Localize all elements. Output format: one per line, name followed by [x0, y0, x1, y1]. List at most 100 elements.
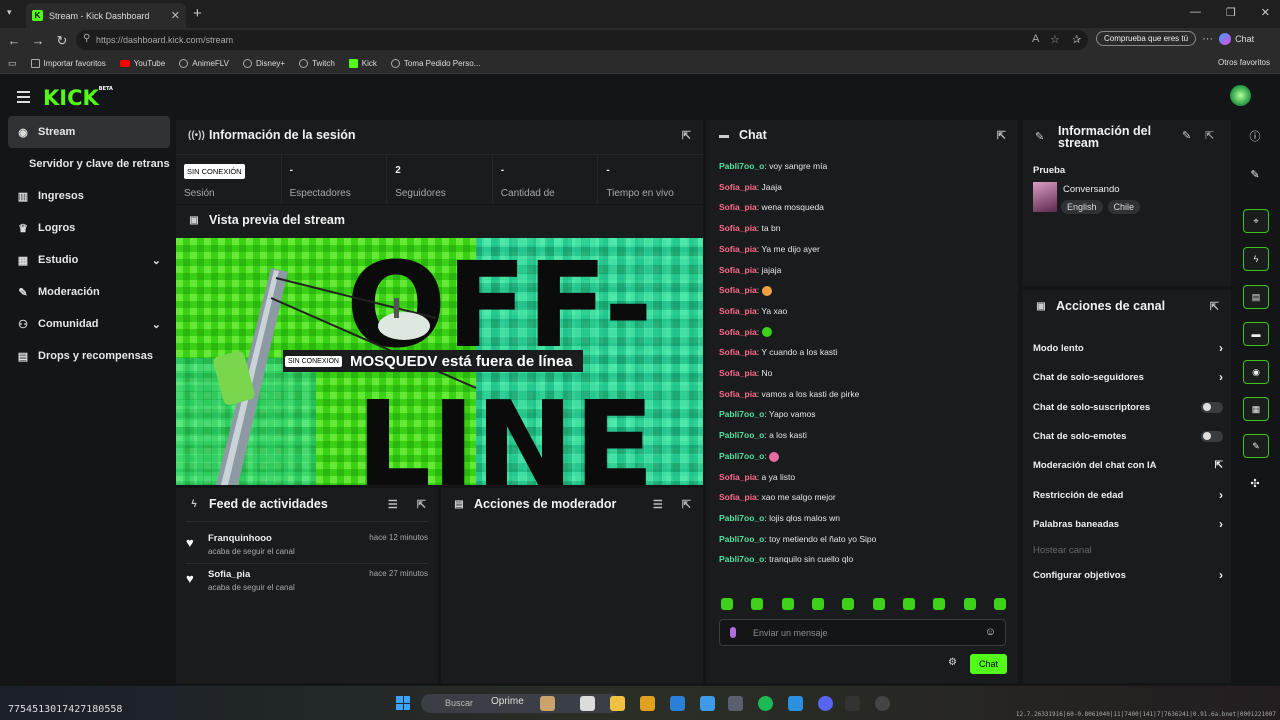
tag[interactable]: English: [1061, 200, 1103, 214]
bookmark-youtube[interactable]: YouTube: [119, 59, 165, 68]
chat-username[interactable]: Sofia_pia: [719, 327, 757, 337]
wrench-icon[interactable]: ✎: [1243, 434, 1269, 458]
channel-action-item[interactable]: Palabras baneadas ›: [1033, 514, 1223, 534]
chevron-right-icon[interactable]: ›: [1219, 370, 1223, 384]
app-icon[interactable]: [788, 696, 803, 711]
copilot-button[interactable]: Chat: [1219, 32, 1254, 45]
edge-icon[interactable]: [700, 696, 715, 711]
feed-user[interactable]: Sofia_pia: [208, 569, 250, 580]
emote-icon[interactable]: [811, 598, 824, 610]
chat-username[interactable]: Pabli7oo_o: [719, 430, 764, 440]
sidebar-item-server-key[interactable]: Servidor y clave de retransmisión: [8, 148, 170, 180]
chevron-right-icon[interactable]: ›: [1219, 488, 1223, 502]
discord-icon[interactable]: [818, 696, 833, 711]
favorite-star-icon[interactable]: ☆: [1050, 33, 1060, 46]
integrations-icon[interactable]: ✣: [1240, 471, 1270, 495]
chat-username[interactable]: Sofia_pia: [719, 285, 757, 295]
new-tab-icon[interactable]: +: [193, 5, 202, 22]
sidebar-toggle-icon[interactable]: ▭: [8, 58, 17, 69]
channel-action-item[interactable]: Chat de solo-suscriptores: [1033, 397, 1223, 417]
sidebar-item-comunidad[interactable]: ⚇ Comunidad ⌄: [8, 308, 170, 340]
chat-username[interactable]: Sofia_pia: [719, 265, 757, 275]
bookmark-import[interactable]: Importar favoritos: [30, 58, 106, 68]
chat-username[interactable]: Sofia_pia: [719, 306, 757, 316]
notes-icon[interactable]: ▤: [1243, 285, 1269, 309]
popout-icon[interactable]: ⇱: [417, 498, 426, 511]
windows-start-icon[interactable]: [396, 696, 410, 710]
chat-username[interactable]: Pabli7oo_o: [719, 409, 764, 419]
emote-icon[interactable]: [963, 598, 976, 610]
other-bookmarks[interactable]: Otros favoritos: [1218, 58, 1270, 67]
emote-icon[interactable]: [933, 598, 946, 610]
sidebar-item-logros[interactable]: ♛ Logros: [8, 212, 170, 244]
app-icon[interactable]: [875, 696, 890, 711]
popout-icon[interactable]: ⇱: [1205, 129, 1214, 142]
toggle-switch[interactable]: [1201, 430, 1223, 442]
emoji-icon[interactable]: ☺: [985, 626, 996, 638]
more-menu-icon[interactable]: ···: [1202, 33, 1213, 45]
chat-icon[interactable]: ▬: [1243, 322, 1269, 346]
chat-username[interactable]: Sofia_pia: [719, 223, 757, 233]
menu-icon[interactable]: [17, 91, 30, 106]
bolt-icon[interactable]: ϟ: [1243, 247, 1269, 271]
channel-action-item[interactable]: Configurar objetivos ›: [1033, 565, 1223, 585]
emote-icon[interactable]: [842, 598, 855, 610]
channel-action-item[interactable]: Moderación del chat con IA ⇱: [1033, 455, 1223, 475]
read-aloud-icon[interactable]: A: [1032, 33, 1039, 45]
chat-username[interactable]: Sofia_pia: [719, 472, 757, 482]
filter-icon[interactable]: ☰: [653, 498, 663, 511]
popout-icon[interactable]: ⇱: [682, 498, 691, 511]
sidebar-item-ingresos[interactable]: ▥ Ingresos: [8, 180, 170, 212]
chat-username[interactable]: Pabli7oo_o: [719, 451, 764, 461]
chat-username[interactable]: Sofia_pia: [719, 389, 757, 399]
chat-input[interactable]: Enviar un mensaje ☺: [719, 619, 1006, 646]
edit-icon[interactable]: ✎: [1182, 129, 1191, 142]
info-icon[interactable]: ⓘ: [1240, 124, 1270, 148]
popout-icon[interactable]: ⇱: [997, 129, 1006, 142]
channel-action-item[interactable]: Chat de solo-seguidores ›: [1033, 367, 1223, 387]
chat-username[interactable]: Sofia_pia: [719, 368, 757, 378]
feed-user[interactable]: Franquinhooo: [208, 533, 272, 544]
emote-icon[interactable]: [993, 598, 1006, 610]
sidebar-item-moderacion[interactable]: ✎ Moderación: [8, 276, 170, 308]
tab-menu-icon[interactable]: ▾: [7, 7, 12, 18]
filter-icon[interactable]: ☰: [388, 498, 398, 511]
chevron-down-icon[interactable]: ⌄: [152, 254, 161, 267]
files-icon[interactable]: [640, 696, 655, 711]
popout-icon[interactable]: ⇱: [1210, 300, 1219, 313]
maximize-icon[interactable]: ❐: [1226, 6, 1236, 19]
reload-icon[interactable]: ↻: [50, 33, 74, 49]
bookmark-twitch[interactable]: Twitch: [299, 58, 335, 68]
chat-username[interactable]: Sofia_pia: [719, 347, 757, 357]
close-tab-icon[interactable]: ✕: [171, 9, 180, 22]
app-icon[interactable]: [540, 696, 555, 711]
chevron-down-icon[interactable]: ⌄: [152, 318, 161, 331]
emote-icon[interactable]: [902, 598, 915, 610]
toggle-switch[interactable]: [1201, 401, 1223, 413]
app-icon[interactable]: [845, 696, 860, 711]
browser-tab[interactable]: K Stream - Kick Dashboard ✕: [26, 3, 186, 28]
sidebar-item-drops[interactable]: ▤ Drops y recompensas: [8, 340, 170, 372]
back-icon[interactable]: ←: [2, 33, 26, 48]
favorites-icon[interactable]: ✰: [1072, 33, 1081, 46]
channel-action-item[interactable]: Chat de solo-emotes: [1033, 426, 1223, 446]
emote-icon[interactable]: [781, 598, 794, 610]
chat-username[interactable]: Pabli7oo_o: [719, 161, 764, 171]
chevron-right-icon[interactable]: ›: [1219, 568, 1223, 582]
bookmark-toma-pedido[interactable]: Toma Pedido Perso...: [390, 58, 480, 68]
gear-icon[interactable]: ⚙: [948, 657, 957, 668]
channel-action-item[interactable]: Restricción de edad ›: [1033, 485, 1223, 505]
app-icon[interactable]: [728, 696, 743, 711]
bookmark-kick[interactable]: Kick: [348, 58, 377, 68]
sidebar-item-estudio[interactable]: ▦ Estudio ⌄: [8, 244, 170, 276]
emote-icon[interactable]: [872, 598, 885, 610]
channel-action-item[interactable]: Modo lento ›: [1033, 338, 1223, 358]
broadcast-icon[interactable]: ◉: [1243, 360, 1269, 384]
app-icon[interactable]: [580, 696, 595, 711]
tag[interactable]: Chile: [1107, 200, 1141, 214]
edit-icon[interactable]: ✎: [1240, 162, 1270, 186]
chat-username[interactable]: Sofia_pia: [719, 244, 757, 254]
category-thumbnail[interactable]: [1033, 182, 1057, 212]
emote-icon[interactable]: [721, 598, 733, 610]
spotify-icon[interactable]: [758, 696, 773, 711]
